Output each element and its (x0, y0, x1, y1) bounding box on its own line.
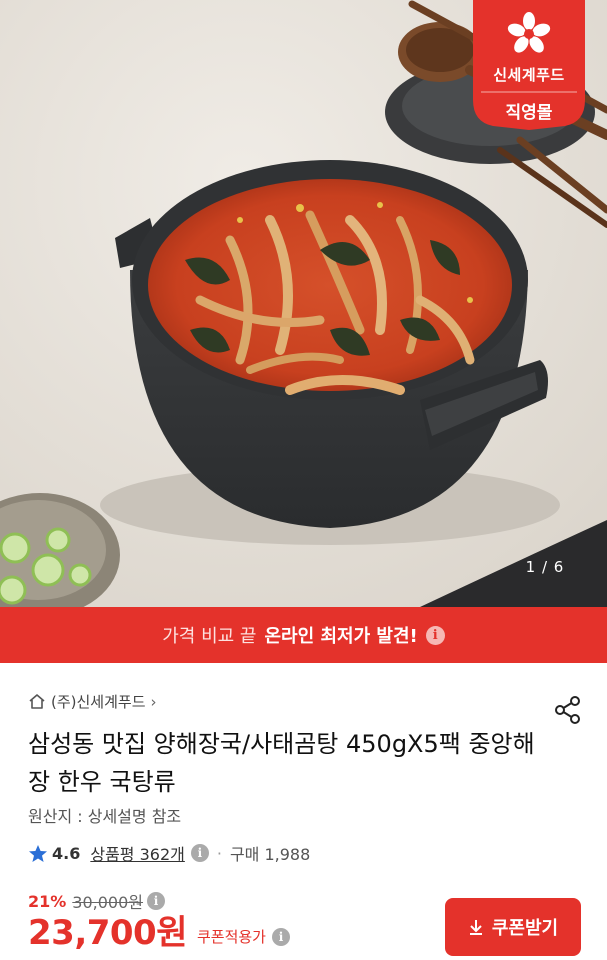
promo-normal-text: 가격 비교 끝 (162, 626, 257, 647)
rating-score: 4.6 (52, 843, 81, 863)
home-icon (29, 694, 45, 709)
info-icon[interactable]: i (147, 892, 166, 910)
image-counter: 1 / 6 (525, 558, 565, 576)
chevron-right-icon: › (150, 692, 157, 711)
product-info: (주)신세계푸드 › 삼성동 맛집 양해장국/사태곰탕 450gX5팩 중앙해장… (0, 663, 607, 960)
brand-badge: 신세계푸드 직영몰 (473, 0, 585, 130)
store-name: (주)신세계푸드 (51, 693, 146, 711)
get-coupon-button[interactable]: 쿠폰받기 (445, 898, 581, 956)
brand-direct-store-text: 직영몰 (505, 103, 553, 123)
download-icon (469, 920, 482, 935)
reviews-link[interactable]: 상품평 362개 (90, 841, 185, 865)
discount-row: 21% 30,000원 i (28, 889, 166, 913)
info-icon[interactable]: i (190, 844, 209, 862)
store-link[interactable]: (주)신세계푸드 › (28, 691, 157, 712)
rating-row: 4.6 상품평 362개 i · 구매 1,988 (28, 841, 310, 865)
coupon-applied-label: 쿠폰적용가 (196, 928, 266, 946)
product-title: 삼성동 맛집 양해장국/사태곰탕 450gX5팩 중앙해장 한우 국탕류 (28, 730, 535, 796)
info-icon[interactable]: i (272, 928, 290, 946)
origin-info: 원산지 : 상세설명 참조 (28, 807, 182, 826)
original-price: 30,000원 (72, 893, 144, 912)
separator-dot: · (216, 843, 222, 863)
discount-rate: 21% (28, 891, 67, 911)
product-image[interactable]: 신세계푸드 직영몰 1 / 6 (0, 0, 607, 607)
brand-name-text: 신세계푸드 (493, 66, 565, 84)
sale-price: 23,700원 (28, 913, 187, 953)
star-icon (29, 844, 47, 862)
info-icon[interactable]: i (425, 625, 445, 645)
lowest-price-banner[interactable]: 가격 비교 끝 온라인 최저가 발견! i (0, 607, 607, 663)
coupon-button-label: 쿠폰받기 (491, 918, 559, 939)
purchase-count: 구매 1,988 (229, 845, 311, 864)
promo-bold-text: 온라인 최저가 발견! (264, 626, 418, 647)
sale-price-row: 23,700원 쿠폰적용가 i (28, 913, 290, 953)
share-icon[interactable] (553, 695, 583, 725)
